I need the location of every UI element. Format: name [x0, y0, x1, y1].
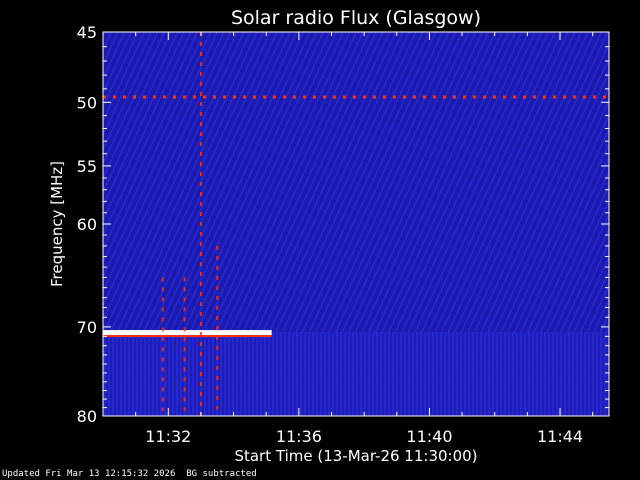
bg-note: BG subtracted — [186, 469, 257, 479]
chart-title: Solar radio Flux (Glasgow) — [231, 7, 481, 29]
spectrogram-lower-band — [103, 332, 609, 416]
interference-line — [103, 330, 272, 336]
interference-line-edge — [103, 335, 272, 338]
y-tick-label: 60 — [77, 215, 97, 234]
footer-status: Updated Fri Mar 13 12:15:32 2026 BG subt… — [2, 469, 257, 479]
y-tick-label: 55 — [77, 157, 97, 176]
x-tick-label: 11:36 — [276, 427, 322, 446]
updated-timestamp: Updated Fri Mar 13 12:15:32 2026 — [2, 469, 176, 479]
y-axis-label: Frequency [MHz] — [48, 161, 66, 287]
x-axis-label: Start Time (13-Mar-26 11:30:00) — [234, 447, 477, 465]
y-tick-label: 70 — [77, 318, 97, 337]
x-tick-label: 11:32 — [145, 427, 191, 446]
y-tick-label: 45 — [77, 23, 97, 42]
y-tick-label: 80 — [77, 407, 97, 426]
plot-area — [102, 31, 610, 417]
x-tick-label: 11:40 — [406, 427, 452, 446]
x-tick-label: 11:44 — [537, 427, 583, 446]
y-tick-label: 50 — [77, 93, 97, 112]
spectrogram-chart: Solar radio Flux (Glasgow) 455055607080 … — [48, 7, 610, 465]
